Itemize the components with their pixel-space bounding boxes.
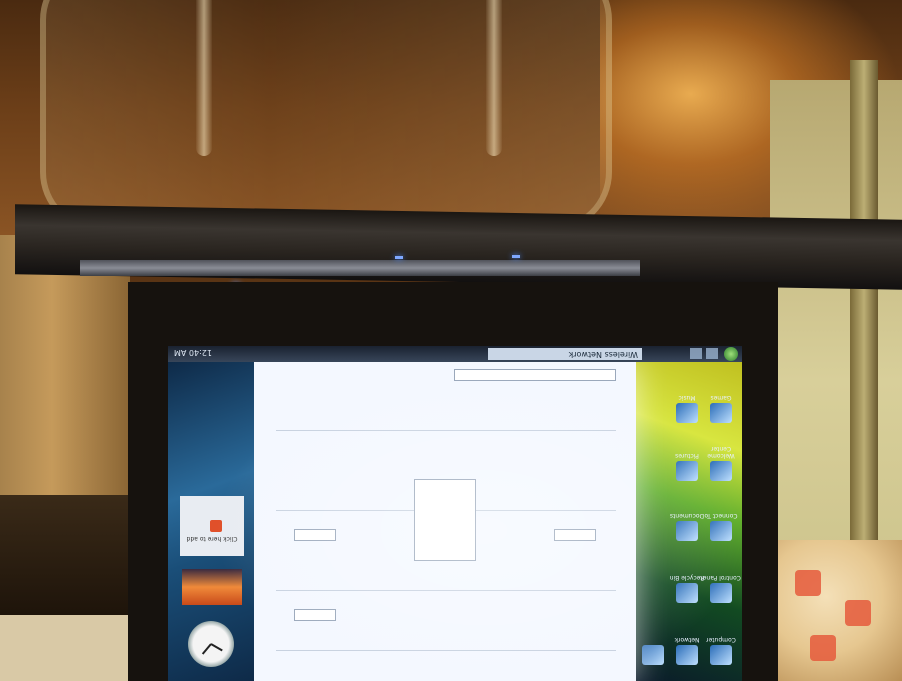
left-shelf	[0, 495, 135, 615]
status-led	[512, 255, 520, 258]
taskbar-window[interactable]: Wireless Network	[488, 348, 642, 360]
quick-launch-icon[interactable]	[690, 348, 702, 359]
desktop-icon-label: Computer	[706, 636, 736, 643]
divider	[276, 430, 616, 431]
desktop-wallpaper: Computer Network Control Panel Recycle B…	[636, 362, 742, 681]
input-field[interactable]	[294, 529, 336, 541]
feed-icon	[210, 520, 222, 532]
divider	[276, 590, 616, 591]
input-field[interactable]	[554, 529, 596, 541]
feed-gadget[interactable]: Click here to add	[180, 496, 244, 556]
divider	[276, 650, 616, 651]
foam-hole	[795, 570, 821, 596]
pictures-icon[interactable]	[676, 461, 698, 481]
dropdown[interactable]	[294, 609, 336, 621]
foam-block	[775, 540, 902, 681]
ie-icon[interactable]	[642, 645, 664, 665]
rotated-desktop: Computer Network Control Panel Recycle B…	[168, 346, 742, 681]
control-panel-icon[interactable]	[710, 583, 732, 603]
desktop-icon-label: Games	[710, 394, 732, 401]
desktop-icon-label: Recycle Bin	[669, 574, 705, 581]
minute-hand	[210, 643, 223, 652]
desktop-icon-label: Pictures	[675, 452, 699, 459]
music-icon[interactable]	[676, 403, 698, 423]
address-bar[interactable]	[454, 369, 616, 381]
network-icon[interactable]	[676, 645, 698, 665]
taskbar: Wireless Network 12:40 AM	[168, 346, 742, 362]
desktop-icon-label: Control Panel	[701, 574, 741, 581]
diagram-panel	[414, 479, 476, 561]
clock-gadget[interactable]	[188, 621, 234, 667]
foam-hole	[845, 600, 871, 626]
hinge-strip	[80, 260, 640, 276]
laptop-screen: Computer Network Control Panel Recycle B…	[168, 346, 742, 681]
connect-icon[interactable]	[710, 521, 732, 541]
taskbar-clock: 12:40 AM	[174, 348, 212, 357]
documents-icon[interactable]	[676, 521, 698, 541]
slideshow-gadget[interactable]	[182, 569, 242, 605]
foam-hole	[810, 635, 836, 661]
desktop-icon-label: Network	[674, 636, 700, 643]
recycle-bin-icon[interactable]	[676, 583, 698, 603]
desktop-icon-label: Welcome Center	[707, 445, 735, 459]
desktop-icon-label: Documents	[669, 512, 705, 519]
desktop-icon-label: Connect To	[704, 512, 738, 519]
start-button[interactable]	[724, 347, 738, 361]
welcome-icon[interactable]	[710, 461, 732, 481]
left-lower-panel	[0, 615, 135, 681]
quick-launch-icon[interactable]	[706, 348, 718, 359]
status-led	[395, 256, 403, 259]
glass-tube	[196, 0, 212, 156]
windows-sidebar: Click here to add	[168, 362, 254, 681]
computer-icon[interactable]	[710, 645, 732, 665]
photo-scene: Computer Network Control Panel Recycle B…	[0, 0, 902, 681]
glass-tube	[486, 0, 502, 156]
feed-text: Click here to add	[186, 535, 238, 542]
games-icon[interactable]	[710, 403, 732, 423]
desktop-icon-label: Music	[678, 394, 696, 401]
laptop-hinge	[15, 204, 902, 290]
glass-container	[40, 0, 612, 232]
app-window[interactable]	[254, 362, 636, 681]
